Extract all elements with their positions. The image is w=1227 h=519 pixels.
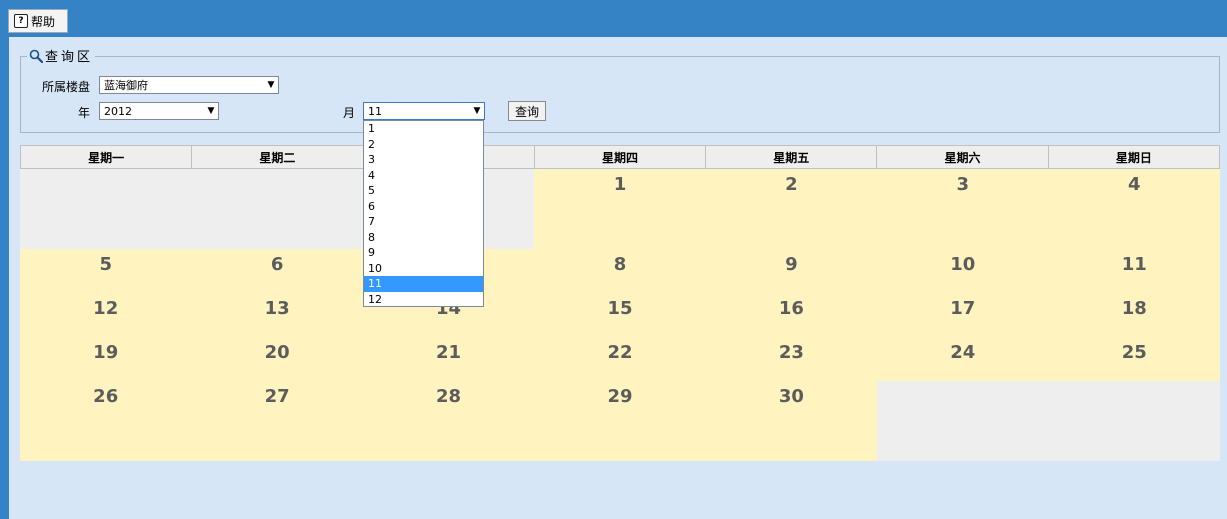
calendar-day-cell[interactable]: 18	[1048, 293, 1220, 337]
query-button[interactable]: 查询	[508, 101, 546, 121]
chevron-down-icon: ▼	[473, 106, 481, 116]
month-option[interactable]: 7	[364, 214, 483, 230]
calendar-day-cell[interactable]: 24	[877, 337, 1049, 381]
calendar-day-cell[interactable]: 23	[705, 337, 878, 381]
calendar-empty-cell	[20, 169, 192, 249]
calendar-day-cell[interactable]: 15	[534, 293, 706, 337]
calendar-day-cell[interactable]: 5	[20, 249, 192, 293]
weekday-header: 星期五	[706, 145, 878, 169]
calendar-week-row: 26 27 28 29 30	[20, 381, 1220, 461]
calendar-day-cell[interactable]: 28	[362, 381, 535, 461]
month-option[interactable]: 6	[364, 199, 483, 215]
month-option[interactable]: 10	[364, 261, 483, 277]
month-option[interactable]: 9	[364, 245, 483, 261]
calendar-day-cell[interactable]: 27	[191, 381, 363, 461]
month-select-value: 11	[368, 104, 382, 118]
calendar-day-cell[interactable]: 16	[705, 293, 878, 337]
calendar-day-cell[interactable]: 22	[534, 337, 706, 381]
calendar-day-cell[interactable]: 3	[877, 169, 1049, 249]
calendar: 星期一星期二星期三星期四星期五星期六星期日 123456789101112131…	[20, 145, 1220, 461]
month-label: 月	[343, 106, 356, 120]
calendar-week-row: 19 20 21 22 23 24 25	[20, 337, 1220, 381]
calendar-body: 1234567891011121314151617181920212223242…	[20, 169, 1220, 461]
calendar-day-cell[interactable]: 11	[1048, 249, 1220, 293]
query-area-legend: 查询区	[27, 46, 96, 65]
calendar-day-cell[interactable]: 1	[534, 169, 706, 249]
calendar-week-row: 12 13 14 15 16 17 18	[20, 293, 1220, 337]
weekday-header: 星期二	[192, 145, 364, 169]
month-option[interactable]: 1	[364, 121, 483, 137]
calendar-day-cell[interactable]: 21	[362, 337, 535, 381]
weekday-header: 星期一	[20, 145, 193, 169]
calendar-day-cell[interactable]: 9	[705, 249, 878, 293]
year-select[interactable]: 2012 ▼	[99, 102, 219, 120]
calendar-day-cell[interactable]: 17	[877, 293, 1049, 337]
calendar-empty-cell	[1048, 381, 1220, 461]
calendar-empty-cell	[191, 169, 363, 249]
year-label: 年	[78, 106, 91, 120]
calendar-day-cell[interactable]: 26	[20, 381, 192, 461]
calendar-week-row: 567891011	[20, 249, 1220, 293]
chevron-down-icon: ▼	[267, 80, 275, 90]
month-select[interactable]: 11 ▼	[363, 102, 485, 120]
chevron-down-icon: ▼	[207, 106, 215, 116]
building-select[interactable]: 蓝海御府 ▼	[99, 76, 279, 94]
query-area	[20, 56, 1220, 133]
calendar-week-row: 1234	[20, 169, 1220, 249]
help-button-label: 帮助	[31, 14, 56, 29]
calendar-day-cell[interactable]: 8	[534, 249, 706, 293]
search-icon	[29, 49, 43, 63]
top-toolbar: ? 帮助	[0, 0, 1227, 37]
help-button[interactable]: ? 帮助	[8, 9, 68, 33]
month-option[interactable]: 8	[364, 230, 483, 246]
calendar-day-cell[interactable]: 29	[534, 381, 706, 461]
month-option[interactable]: 5	[364, 183, 483, 199]
month-option[interactable]: 11	[364, 276, 483, 292]
calendar-day-cell[interactable]: 25	[1048, 337, 1220, 381]
weekday-header: 星期日	[1048, 145, 1220, 169]
calendar-day-cell[interactable]: 6	[191, 249, 363, 293]
month-option[interactable]: 3	[364, 152, 483, 168]
calendar-day-cell[interactable]: 13	[191, 293, 363, 337]
building-label: 所属楼盘	[42, 80, 91, 94]
month-option[interactable]: 4	[364, 168, 483, 184]
calendar-day-cell[interactable]: 10	[877, 249, 1049, 293]
weekday-header: 星期六	[877, 145, 1049, 169]
calendar-day-cell[interactable]: 20	[191, 337, 363, 381]
month-dropdown-list[interactable]: 1 2 3 4 5 6 7 8 9 10 11 12	[363, 120, 484, 307]
calendar-day-cell[interactable]: 2	[705, 169, 878, 249]
building-select-value: 蓝海御府	[104, 79, 148, 92]
calendar-day-cell[interactable]: 19	[20, 337, 192, 381]
calendar-day-cell[interactable]: 30	[705, 381, 878, 461]
calendar-header: 星期一星期二星期三星期四星期五星期六星期日	[20, 145, 1220, 169]
weekday-header: 星期四	[534, 145, 707, 169]
calendar-empty-cell	[877, 381, 1049, 461]
calendar-day-cell[interactable]: 12	[20, 293, 192, 337]
help-icon: ?	[14, 14, 28, 28]
month-option[interactable]: 2	[364, 137, 483, 153]
year-select-value: 2012	[104, 104, 132, 118]
calendar-day-cell[interactable]: 4	[1048, 169, 1220, 249]
month-option[interactable]: 12	[364, 292, 483, 308]
query-area-title: 查询区	[45, 50, 94, 65]
